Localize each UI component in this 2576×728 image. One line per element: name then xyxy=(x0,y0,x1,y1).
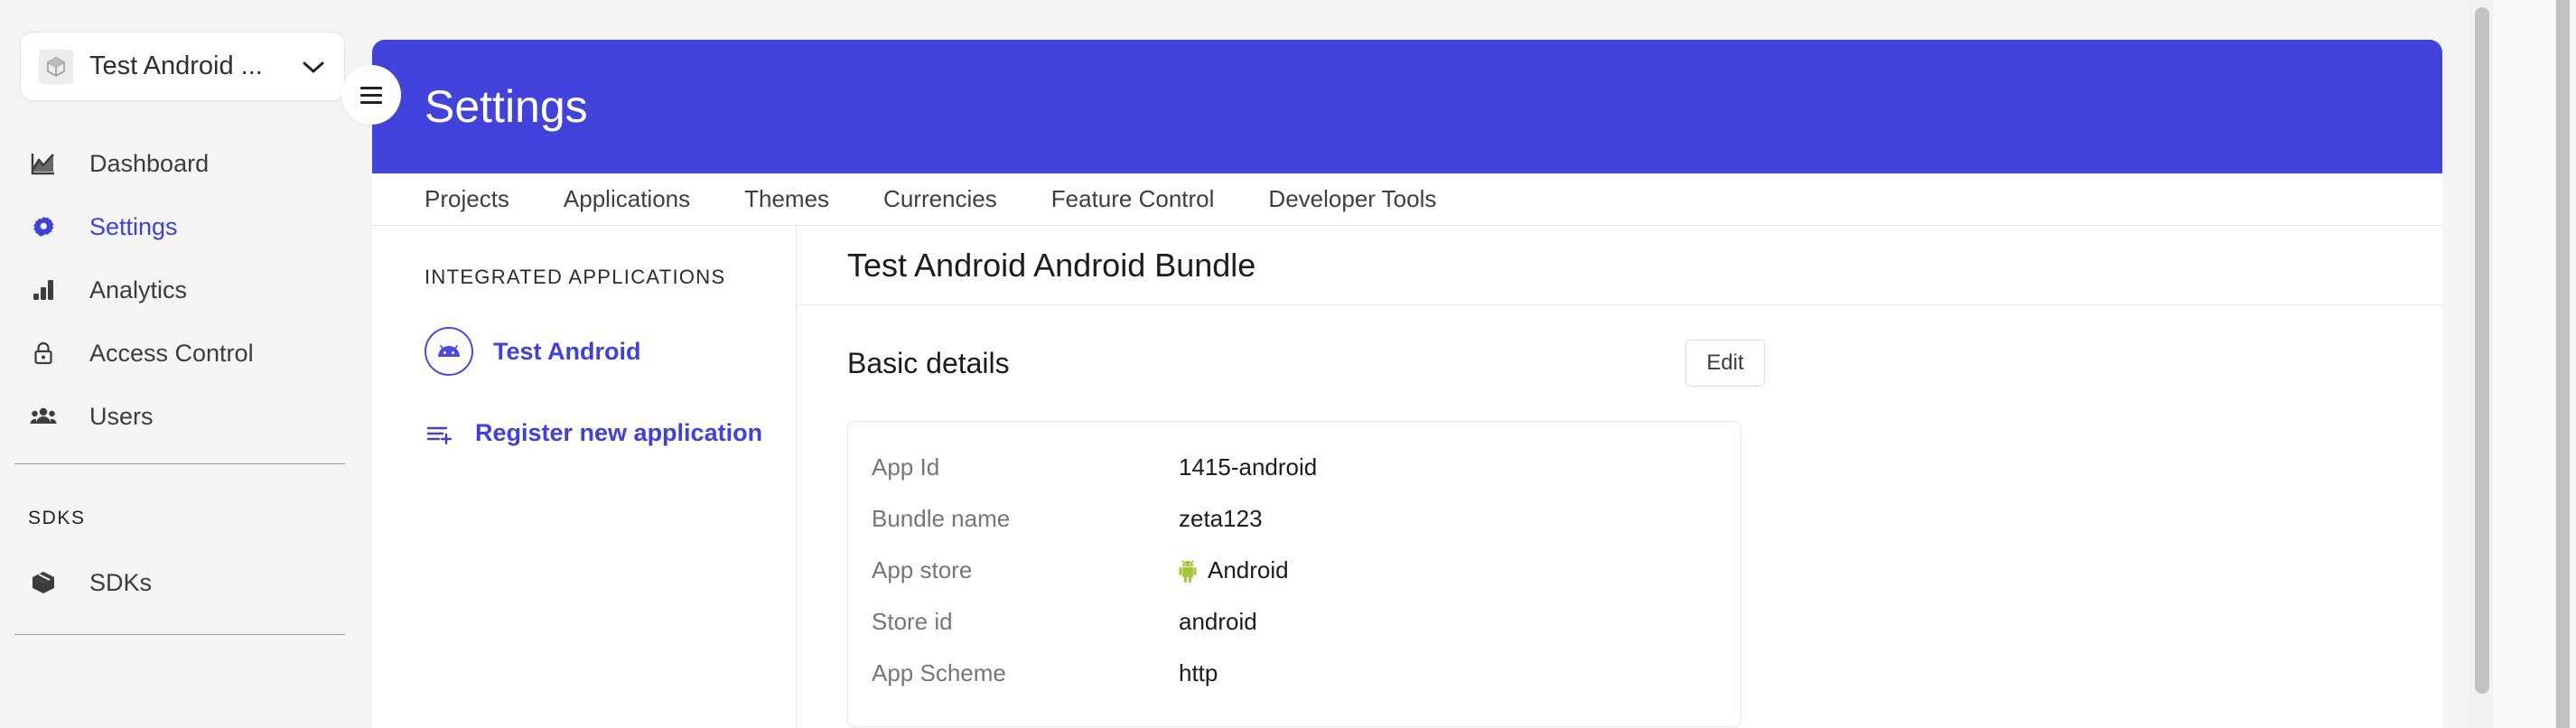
detail-key: App store xyxy=(872,556,973,583)
sidebar: Test Android ... Dashboard Settings Anal… xyxy=(0,0,365,728)
detail-value-text: Android xyxy=(1208,556,1289,583)
detail-key: Store id xyxy=(872,608,953,635)
basic-details-card: App Id 1415-android Bundle name zeta123 … xyxy=(847,421,1741,727)
sidebar-item-label: Access Control xyxy=(89,339,254,367)
sidebar-item-label: SDKs xyxy=(89,568,153,596)
detail-value-text: android xyxy=(1179,608,1257,635)
integrated-applications-heading: INTEGRATED APPLICATIONS xyxy=(425,266,726,288)
tab-bar: Projects Applications Themes Currencies … xyxy=(372,173,2442,226)
detail-row-store-id: Store id android xyxy=(848,596,1741,648)
sidebar-item-sdks[interactable]: SDKs xyxy=(0,558,365,607)
sidebar-item-label: Analytics xyxy=(89,275,188,303)
page-title: Settings xyxy=(425,81,588,132)
detail-row-app-id: App Id 1415-android xyxy=(848,442,1741,493)
detail-value: Android xyxy=(1179,556,1289,584)
outer-scrollbar-thumb[interactable] xyxy=(2556,0,2570,728)
detail-header: Test Android Android Bundle xyxy=(797,226,2442,305)
sidebar-section-title: SDKS xyxy=(28,508,86,528)
scrollbar-gutter xyxy=(2493,0,2554,728)
edit-button[interactable]: Edit xyxy=(1685,340,1765,387)
application-detail-pane: Test Android Android Bundle Basic detail… xyxy=(797,226,2442,728)
page-header: Settings xyxy=(372,40,2442,173)
detail-value: zeta123 xyxy=(1179,505,1263,533)
sidebar-divider-bottom xyxy=(14,634,345,635)
sidebar-item-label: Dashboard xyxy=(89,149,210,177)
cube-icon xyxy=(39,49,73,84)
detail-value: 1415-android xyxy=(1179,453,1317,481)
tab-feature-control[interactable]: Feature Control xyxy=(1051,185,1215,213)
detail-key: Bundle name xyxy=(872,505,1011,532)
sidebar-nav: Dashboard Settings Analytics Access Cont… xyxy=(0,139,365,441)
tab-projects[interactable]: Projects xyxy=(425,185,509,213)
bar-chart-icon xyxy=(28,275,59,305)
detail-value: android xyxy=(1179,608,1257,636)
tab-applications[interactable]: Applications xyxy=(564,185,690,213)
detail-row-app-store: App store Android xyxy=(848,545,1741,596)
sidebar-item-analytics[interactable]: Analytics xyxy=(0,266,365,314)
sidebar-item-settings[interactable]: Settings xyxy=(0,202,365,251)
detail-key: App Scheme xyxy=(872,659,1006,686)
detail-value-text: zeta123 xyxy=(1179,505,1263,532)
sidebar-item-access-control[interactable]: Access Control xyxy=(0,329,365,378)
gear-icon xyxy=(28,211,59,242)
detail-key: App Id xyxy=(872,453,940,481)
chart-line-icon xyxy=(28,148,59,179)
detail-row-bundle-name: Bundle name zeta123 xyxy=(848,493,1741,545)
tab-currencies[interactable]: Currencies xyxy=(883,185,997,213)
basic-details-header: Basic details Edit xyxy=(797,305,2442,387)
inner-scrollbar-thumb[interactable] xyxy=(2475,7,2489,694)
register-new-application-button[interactable]: Register new application xyxy=(425,419,796,447)
detail-value: http xyxy=(1179,659,1218,687)
detail-row-app-scheme: App Scheme http xyxy=(848,648,1741,699)
android-robot-icon xyxy=(1179,559,1197,583)
basic-details-title: Basic details xyxy=(847,346,1010,379)
integrated-applications-panel: INTEGRATED APPLICATIONS Test Android Reg… xyxy=(372,226,797,728)
project-name: Test Android ... xyxy=(89,51,263,80)
sidebar-divider-top xyxy=(14,463,345,464)
project-selector[interactable]: Test Android ... xyxy=(20,32,345,101)
lock-icon xyxy=(28,338,59,369)
main-panel: Settings Projects Applications Themes Cu… xyxy=(341,40,2442,728)
sidebar-section-sdks: SDKs xyxy=(0,558,365,607)
app-root: Test Android ... Dashboard Settings Anal… xyxy=(0,0,2576,728)
hamburger-lines xyxy=(360,86,382,104)
application-list-item-test-android[interactable]: Test Android xyxy=(425,327,796,376)
sidebar-item-label: Users xyxy=(89,402,154,430)
sidebar-item-dashboard[interactable]: Dashboard xyxy=(0,139,365,188)
tab-themes[interactable]: Themes xyxy=(744,185,829,213)
content-area: INTEGRATED APPLICATIONS Test Android Reg… xyxy=(372,226,2442,728)
sidebar-item-users[interactable]: Users xyxy=(0,392,365,441)
application-detail-title: Test Android Android Bundle xyxy=(847,246,1256,284)
chevron-down-icon[interactable] xyxy=(301,59,326,75)
list-plus-icon xyxy=(425,423,455,444)
application-label: Test Android xyxy=(493,337,641,365)
detail-value-text: 1415-android xyxy=(1179,453,1318,481)
hamburger-icon[interactable] xyxy=(341,65,401,125)
package-icon xyxy=(28,567,59,598)
users-icon xyxy=(28,401,59,432)
tab-developer-tools[interactable]: Developer Tools xyxy=(1268,185,1436,213)
android-icon xyxy=(425,327,473,376)
detail-value-text: http xyxy=(1179,659,1218,686)
register-new-application-label: Register new application xyxy=(475,419,763,446)
sidebar-item-label: Settings xyxy=(89,212,178,240)
